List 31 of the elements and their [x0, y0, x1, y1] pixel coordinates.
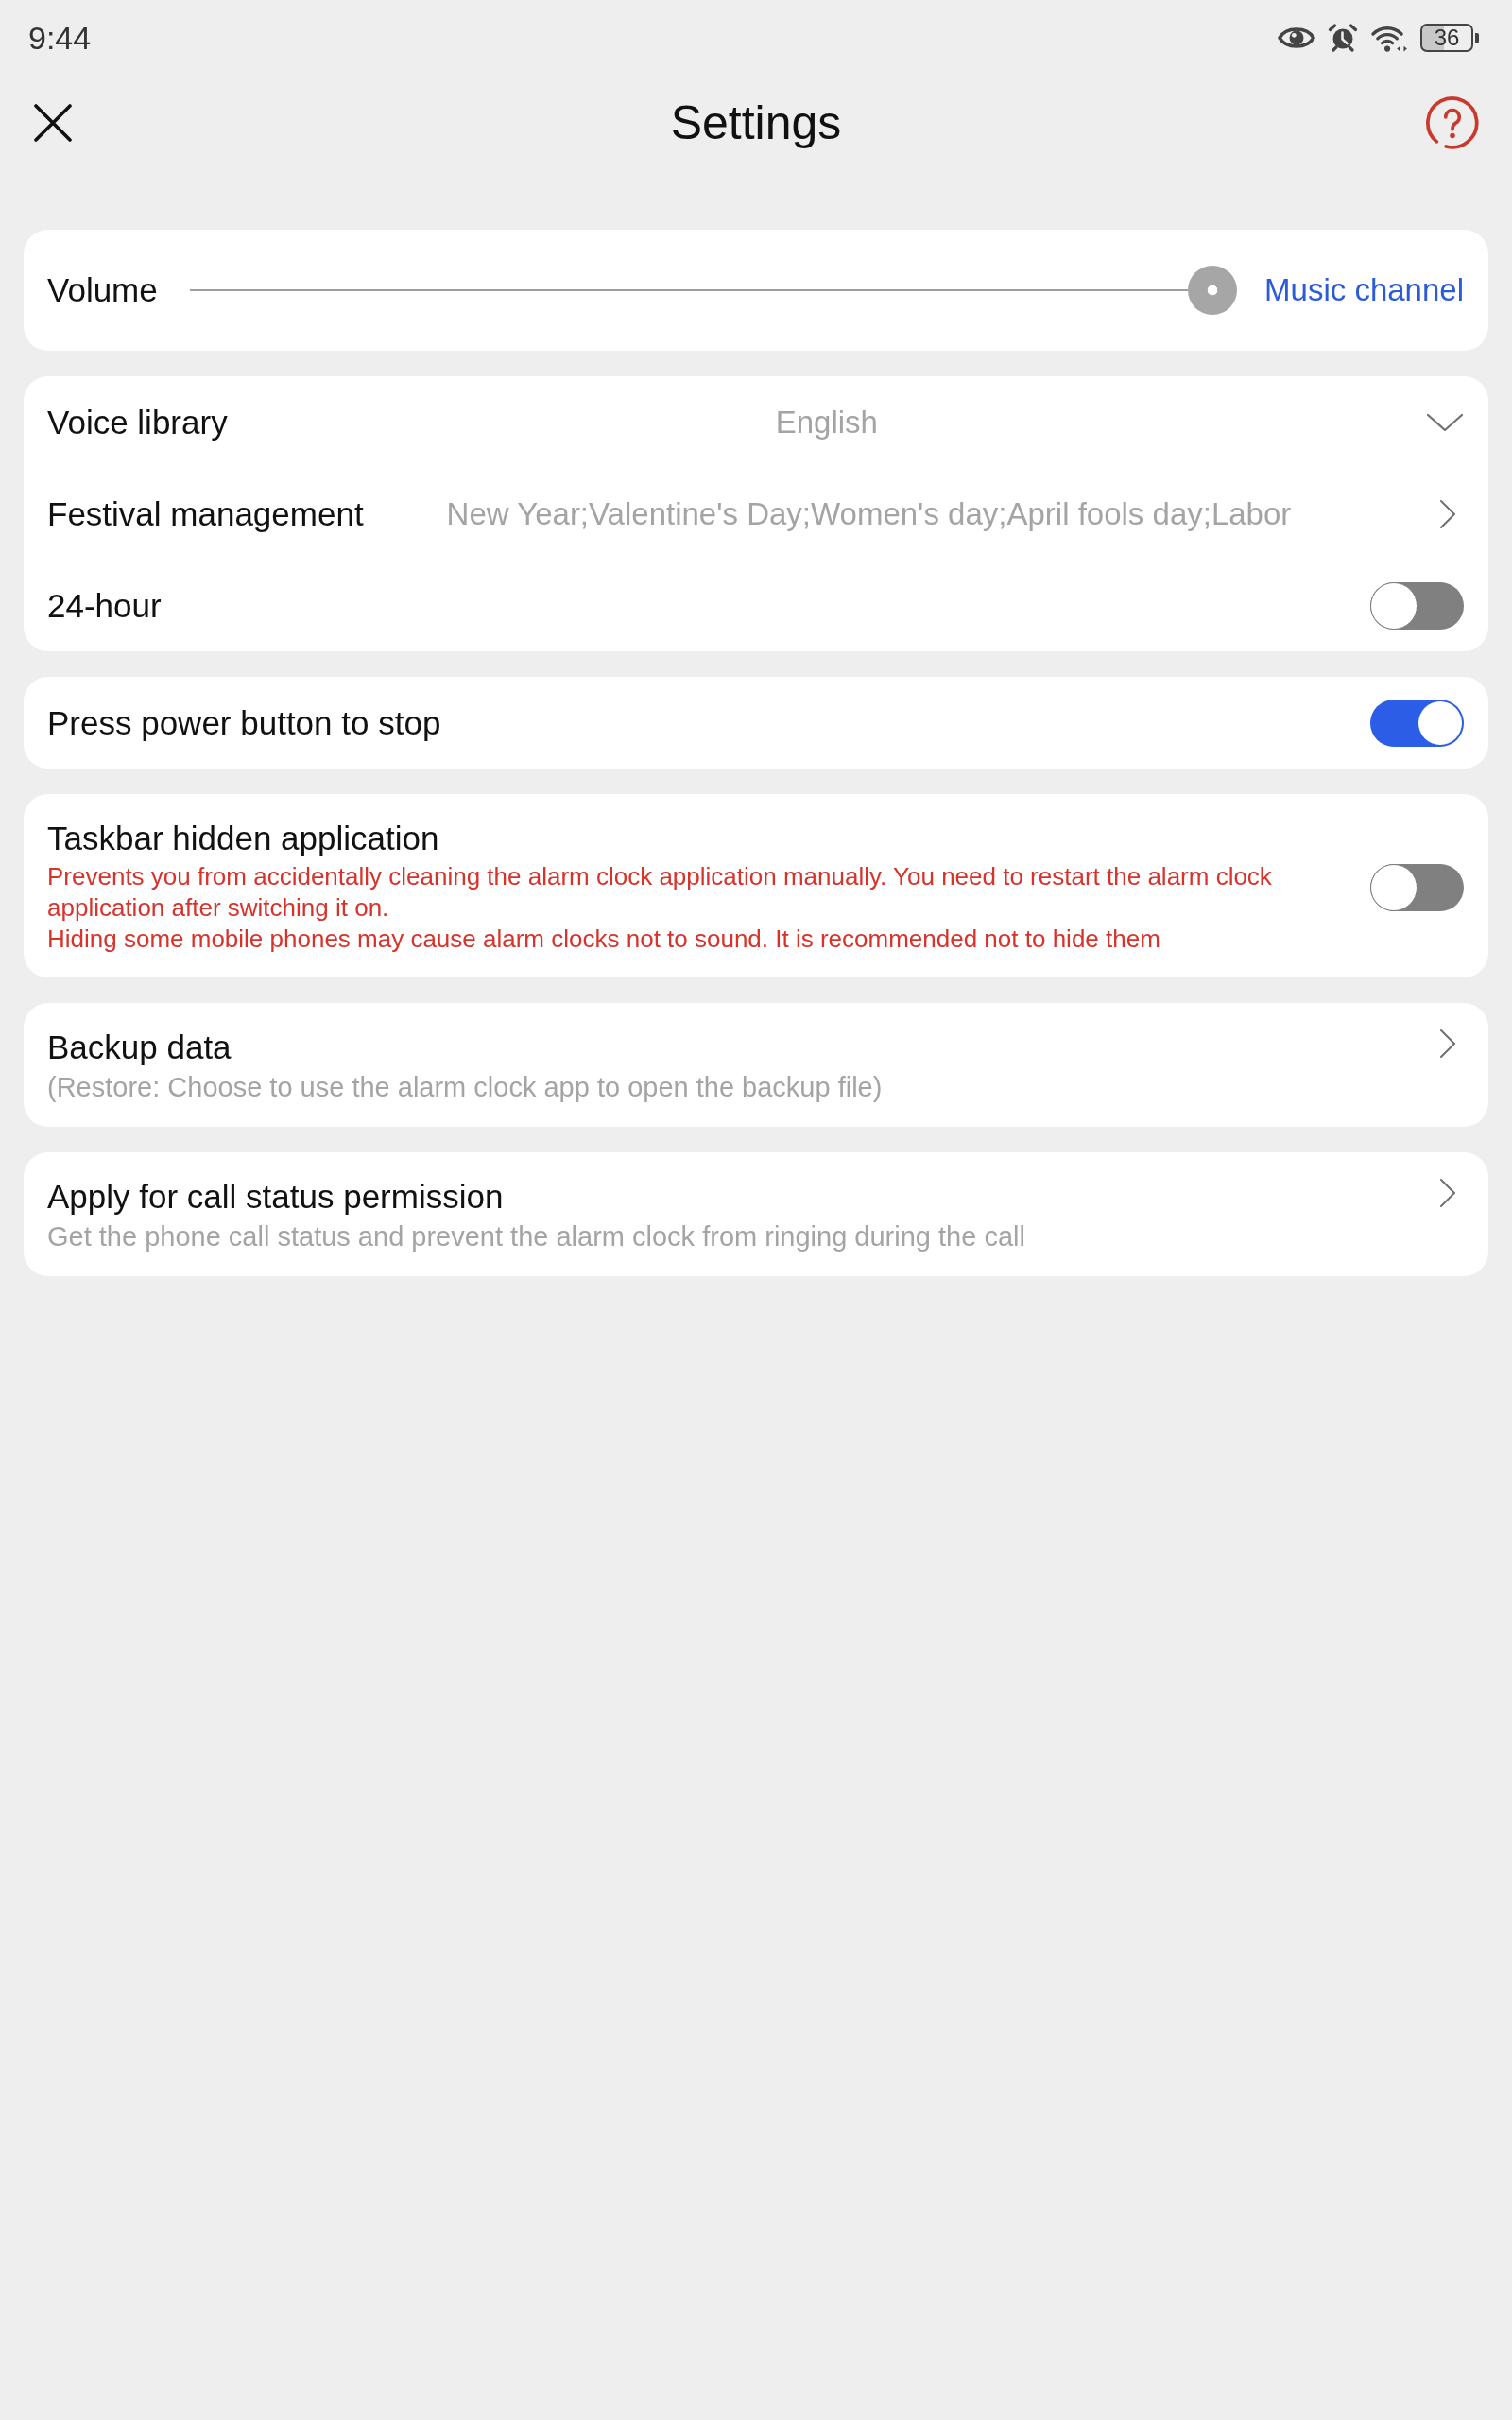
setting-label: Festival management	[47, 494, 364, 533]
warning-text: Prevents you from accidentally cleaning the alarm clock application manually. You need to restart the alarm clock application after switching it on.	[47, 861, 1273, 924]
toggle-switch[interactable]	[1370, 863, 1464, 911]
slider-thumb[interactable]	[1188, 266, 1238, 315]
setting-label: Press power button to stop	[47, 703, 441, 742]
setting-label: Voice library	[47, 403, 228, 441]
chevron-right-icon[interactable]	[1439, 1028, 1456, 1059]
setting-value: New Year;Valentine's Day;Women's day;April fools day;Labor	[446, 495, 1292, 532]
setting-label: Backup data	[47, 1028, 232, 1066]
setting-label: 24-hour	[47, 586, 162, 625]
volume-slider[interactable]	[189, 266, 1238, 315]
chevron-right-icon[interactable]	[1439, 498, 1456, 529]
close-icon[interactable]	[34, 104, 72, 142]
setting-description: (Restore: Choose to use the alarm clock app to open the backup file)	[47, 1071, 883, 1104]
chevron-right-icon[interactable]	[1439, 1178, 1456, 1208]
warning-text: Hiding some mobile phones may cause alarm clocks not to sound. It is recommended not to hide them	[47, 924, 1160, 955]
toggle-switch[interactable]	[1370, 581, 1464, 630]
setting-label: Taskbar hidden application	[47, 820, 439, 857]
toggle-switch[interactable]	[1370, 699, 1464, 747]
help-icon[interactable]	[1425, 95, 1480, 150]
status-time: 9:44	[28, 19, 92, 57]
setting-description: Get the phone call status and prevent the alarm clock from ringing during the call	[47, 1220, 1025, 1253]
setting-label: Apply for call status permission	[47, 1178, 504, 1216]
chevron-down-icon[interactable]	[1426, 411, 1464, 433]
page-title: Settings	[670, 95, 842, 150]
alarm-clock-icon	[1328, 24, 1358, 52]
wifi-icon	[1370, 24, 1408, 52]
battery-indicator: 36	[1420, 24, 1479, 52]
eye-icon	[1278, 25, 1315, 51]
channel-link[interactable]: Music channel	[1264, 272, 1464, 308]
setting-label: Volume	[47, 271, 158, 309]
